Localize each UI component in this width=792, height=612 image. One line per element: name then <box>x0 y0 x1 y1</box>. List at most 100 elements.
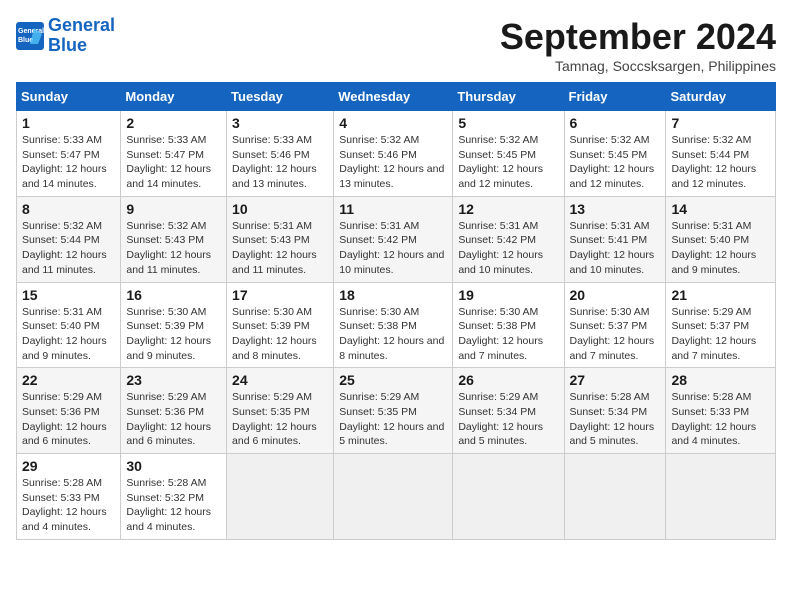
day-info: Sunrise: 5:30 AM Sunset: 5:37 PM Dayligh… <box>570 305 661 364</box>
day-number: 8 <box>22 201 115 217</box>
calendar-cell: 4 Sunrise: 5:32 AM Sunset: 5:46 PM Dayli… <box>334 111 453 197</box>
day-info: Sunrise: 5:30 AM Sunset: 5:39 PM Dayligh… <box>232 305 328 364</box>
day-number: 14 <box>671 201 770 217</box>
calendar-cell: 21 Sunrise: 5:29 AM Sunset: 5:37 PM Dayl… <box>666 282 776 368</box>
calendar-cell: 5 Sunrise: 5:32 AM Sunset: 5:45 PM Dayli… <box>453 111 564 197</box>
calendar-cell: 25 Sunrise: 5:29 AM Sunset: 5:35 PM Dayl… <box>334 368 453 454</box>
calendar-cell: 9 Sunrise: 5:32 AM Sunset: 5:43 PM Dayli… <box>121 196 227 282</box>
day-info: Sunrise: 5:32 AM Sunset: 5:45 PM Dayligh… <box>570 133 661 192</box>
day-info: Sunrise: 5:29 AM Sunset: 5:35 PM Dayligh… <box>339 390 447 449</box>
day-info: Sunrise: 5:30 AM Sunset: 5:38 PM Dayligh… <box>458 305 558 364</box>
day-info: Sunrise: 5:32 AM Sunset: 5:46 PM Dayligh… <box>339 133 447 192</box>
calendar-cell: 10 Sunrise: 5:31 AM Sunset: 5:43 PM Dayl… <box>227 196 334 282</box>
day-number: 21 <box>671 287 770 303</box>
col-monday: Monday <box>121 83 227 111</box>
day-info: Sunrise: 5:31 AM Sunset: 5:40 PM Dayligh… <box>671 219 770 278</box>
calendar-cell: 17 Sunrise: 5:30 AM Sunset: 5:39 PM Dayl… <box>227 282 334 368</box>
day-number: 12 <box>458 201 558 217</box>
day-number: 5 <box>458 115 558 131</box>
header-row: Sunday Monday Tuesday Wednesday Thursday… <box>17 83 776 111</box>
empty-cell <box>334 454 453 540</box>
calendar-cell: 22 Sunrise: 5:29 AM Sunset: 5:36 PM Dayl… <box>17 368 121 454</box>
day-info: Sunrise: 5:29 AM Sunset: 5:36 PM Dayligh… <box>22 390 115 449</box>
calendar-cell: 20 Sunrise: 5:30 AM Sunset: 5:37 PM Dayl… <box>564 282 666 368</box>
day-info: Sunrise: 5:29 AM Sunset: 5:37 PM Dayligh… <box>671 305 770 364</box>
day-number: 29 <box>22 458 115 474</box>
day-info: Sunrise: 5:29 AM Sunset: 5:34 PM Dayligh… <box>458 390 558 449</box>
day-number: 22 <box>22 372 115 388</box>
day-info: Sunrise: 5:32 AM Sunset: 5:44 PM Dayligh… <box>22 219 115 278</box>
day-number: 25 <box>339 372 447 388</box>
day-info: Sunrise: 5:32 AM Sunset: 5:45 PM Dayligh… <box>458 133 558 192</box>
col-saturday: Saturday <box>666 83 776 111</box>
day-info: Sunrise: 5:32 AM Sunset: 5:44 PM Dayligh… <box>671 133 770 192</box>
day-info: Sunrise: 5:28 AM Sunset: 5:32 PM Dayligh… <box>126 476 221 535</box>
calendar-cell: 15 Sunrise: 5:31 AM Sunset: 5:40 PM Dayl… <box>17 282 121 368</box>
col-wednesday: Wednesday <box>334 83 453 111</box>
calendar-row: 1 Sunrise: 5:33 AM Sunset: 5:47 PM Dayli… <box>17 111 776 197</box>
day-info: Sunrise: 5:29 AM Sunset: 5:35 PM Dayligh… <box>232 390 328 449</box>
logo-icon: General Blue <box>16 22 44 50</box>
day-number: 4 <box>339 115 447 131</box>
day-number: 10 <box>232 201 328 217</box>
day-number: 13 <box>570 201 661 217</box>
day-number: 6 <box>570 115 661 131</box>
calendar-cell: 26 Sunrise: 5:29 AM Sunset: 5:34 PM Dayl… <box>453 368 564 454</box>
day-number: 27 <box>570 372 661 388</box>
day-info: Sunrise: 5:33 AM Sunset: 5:46 PM Dayligh… <box>232 133 328 192</box>
day-info: Sunrise: 5:31 AM Sunset: 5:40 PM Dayligh… <box>22 305 115 364</box>
calendar-cell: 8 Sunrise: 5:32 AM Sunset: 5:44 PM Dayli… <box>17 196 121 282</box>
day-info: Sunrise: 5:32 AM Sunset: 5:43 PM Dayligh… <box>126 219 221 278</box>
day-number: 16 <box>126 287 221 303</box>
day-number: 17 <box>232 287 328 303</box>
calendar-cell: 11 Sunrise: 5:31 AM Sunset: 5:42 PM Dayl… <box>334 196 453 282</box>
day-number: 7 <box>671 115 770 131</box>
subtitle: Tamnag, Soccsksargen, Philippines <box>500 58 776 74</box>
day-number: 20 <box>570 287 661 303</box>
calendar-cell: 2 Sunrise: 5:33 AM Sunset: 5:47 PM Dayli… <box>121 111 227 197</box>
day-info: Sunrise: 5:29 AM Sunset: 5:36 PM Dayligh… <box>126 390 221 449</box>
day-number: 11 <box>339 201 447 217</box>
day-number: 1 <box>22 115 115 131</box>
day-number: 2 <box>126 115 221 131</box>
empty-cell <box>227 454 334 540</box>
calendar-cell: 12 Sunrise: 5:31 AM Sunset: 5:42 PM Dayl… <box>453 196 564 282</box>
calendar-row: 15 Sunrise: 5:31 AM Sunset: 5:40 PM Dayl… <box>17 282 776 368</box>
calendar-table: Sunday Monday Tuesday Wednesday Thursday… <box>16 82 776 540</box>
day-number: 24 <box>232 372 328 388</box>
empty-cell <box>564 454 666 540</box>
calendar-cell: 19 Sunrise: 5:30 AM Sunset: 5:38 PM Dayl… <box>453 282 564 368</box>
month-title: September 2024 <box>500 16 776 58</box>
day-info: Sunrise: 5:31 AM Sunset: 5:41 PM Dayligh… <box>570 219 661 278</box>
col-thursday: Thursday <box>453 83 564 111</box>
day-number: 30 <box>126 458 221 474</box>
calendar-cell: 3 Sunrise: 5:33 AM Sunset: 5:46 PM Dayli… <box>227 111 334 197</box>
day-number: 28 <box>671 372 770 388</box>
calendar-row: 29 Sunrise: 5:28 AM Sunset: 5:33 PM Dayl… <box>17 454 776 540</box>
calendar-cell: 24 Sunrise: 5:29 AM Sunset: 5:35 PM Dayl… <box>227 368 334 454</box>
day-number: 26 <box>458 372 558 388</box>
title-block: September 2024 Tamnag, Soccsksargen, Phi… <box>500 16 776 74</box>
day-info: Sunrise: 5:30 AM Sunset: 5:38 PM Dayligh… <box>339 305 447 364</box>
day-info: Sunrise: 5:31 AM Sunset: 5:42 PM Dayligh… <box>339 219 447 278</box>
calendar-cell: 30 Sunrise: 5:28 AM Sunset: 5:32 PM Dayl… <box>121 454 227 540</box>
calendar-cell: 13 Sunrise: 5:31 AM Sunset: 5:41 PM Dayl… <box>564 196 666 282</box>
col-friday: Friday <box>564 83 666 111</box>
logo: General Blue General Blue <box>16 16 115 56</box>
day-info: Sunrise: 5:33 AM Sunset: 5:47 PM Dayligh… <box>22 133 115 192</box>
calendar-cell: 23 Sunrise: 5:29 AM Sunset: 5:36 PM Dayl… <box>121 368 227 454</box>
calendar-cell: 28 Sunrise: 5:28 AM Sunset: 5:33 PM Dayl… <box>666 368 776 454</box>
day-info: Sunrise: 5:30 AM Sunset: 5:39 PM Dayligh… <box>126 305 221 364</box>
calendar-cell: 16 Sunrise: 5:30 AM Sunset: 5:39 PM Dayl… <box>121 282 227 368</box>
day-number: 15 <box>22 287 115 303</box>
empty-cell <box>666 454 776 540</box>
calendar-cell: 29 Sunrise: 5:28 AM Sunset: 5:33 PM Dayl… <box>17 454 121 540</box>
calendar-cell: 1 Sunrise: 5:33 AM Sunset: 5:47 PM Dayli… <box>17 111 121 197</box>
day-info: Sunrise: 5:28 AM Sunset: 5:33 PM Dayligh… <box>22 476 115 535</box>
col-sunday: Sunday <box>17 83 121 111</box>
calendar-row: 8 Sunrise: 5:32 AM Sunset: 5:44 PM Dayli… <box>17 196 776 282</box>
day-info: Sunrise: 5:33 AM Sunset: 5:47 PM Dayligh… <box>126 133 221 192</box>
page-header: General Blue General Blue September 2024… <box>16 16 776 74</box>
calendar-row: 22 Sunrise: 5:29 AM Sunset: 5:36 PM Dayl… <box>17 368 776 454</box>
day-info: Sunrise: 5:28 AM Sunset: 5:33 PM Dayligh… <box>671 390 770 449</box>
